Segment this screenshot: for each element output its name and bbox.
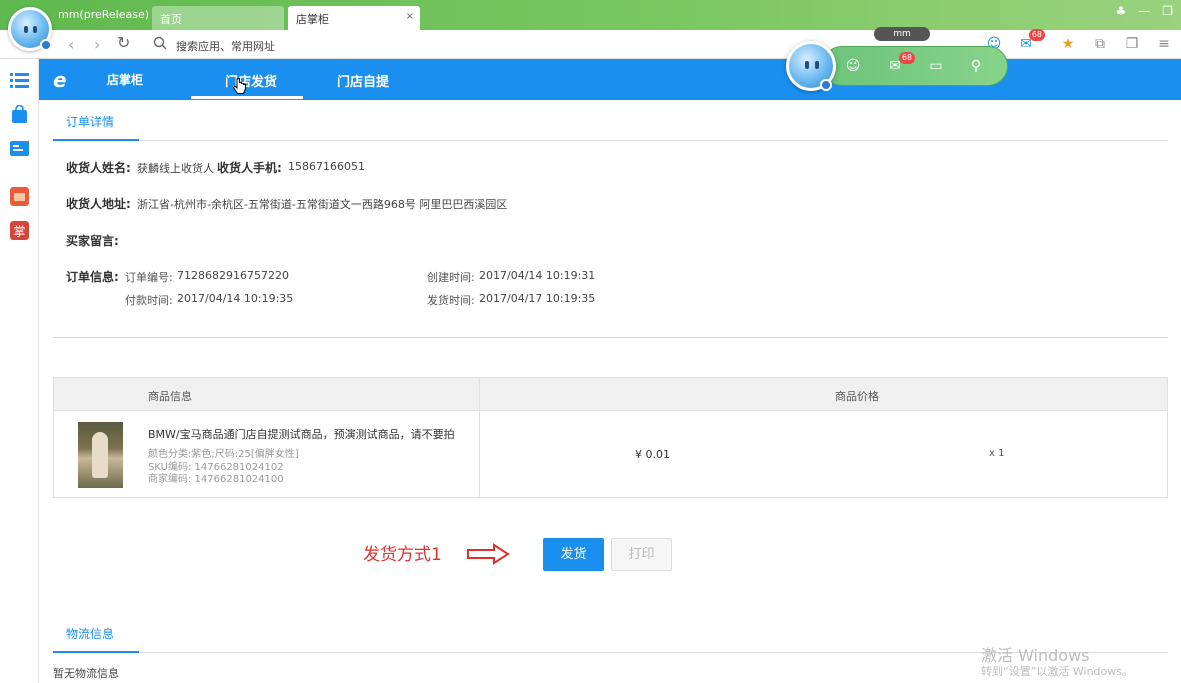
tab-dianzhanggui[interactable]: 店掌柜 × <box>288 6 420 30</box>
print-button[interactable]: 打印 <box>611 538 672 571</box>
shipping-method-annotation: 发货方式1 <box>363 545 442 565</box>
svg-text:掌: 掌 <box>13 225 25 239</box>
col-product-price: 商品价格 <box>835 390 879 403</box>
back-icon[interactable]: ‹ <box>68 35 74 54</box>
product-price: ¥ 0.01 <box>635 448 670 461</box>
minimize-icon[interactable]: — <box>1138 4 1150 18</box>
menu-icon[interactable]: ≡ <box>1155 35 1173 53</box>
tab-order-details[interactable]: 订单详情 <box>66 113 114 130</box>
mail-icon[interactable]: ✉ 68 <box>1017 29 1045 53</box>
copy-icon[interactable]: ❐ <box>1123 35 1141 53</box>
order-tab-indicator <box>53 139 139 141</box>
receiver-phone: 15867166051 <box>288 160 365 173</box>
no-logistics-text: 暂无物流信息 <box>53 667 119 680</box>
product-merchant-code: 商家编码: 14766281024100 <box>148 474 284 485</box>
order-no: 7128682916757220 <box>177 269 289 282</box>
shipped-time-label: 发货时间: <box>427 294 475 307</box>
restore-icon[interactable]: ❐ <box>1162 4 1173 18</box>
tab-home-label: 首页 <box>160 13 182 26</box>
receiver-phone-label: 收货人手机: <box>217 161 282 175</box>
nav-active-indicator <box>191 96 303 99</box>
messenger-mail-badge: 68 <box>898 52 915 64</box>
forward-icon[interactable]: › <box>94 35 100 54</box>
messenger-avatar[interactable] <box>786 41 836 91</box>
tab-home[interactable]: 首页 <box>152 6 284 30</box>
search-input[interactable]: 搜索应用、常用网址 <box>176 38 275 54</box>
paid-time-label: 付款时间: <box>125 294 173 307</box>
order-no-label: 订单编号: <box>125 271 173 284</box>
ship-button[interactable]: 发货 <box>543 538 604 571</box>
user-avatar[interactable] <box>8 7 52 51</box>
arrow-right-icon <box>467 543 510 565</box>
refresh-icon[interactable]: ↻ <box>117 33 130 52</box>
mm-label: mm <box>874 27 930 41</box>
brand-name: 店掌柜 <box>107 73 144 87</box>
tab-dianzhanggui-label: 店掌柜 <box>296 13 329 26</box>
left-sidebar: 掌 <box>0 59 39 683</box>
clock-icon <box>40 39 52 51</box>
hand-cursor-icon <box>233 78 246 94</box>
search-icon <box>153 36 167 50</box>
order-info-label: 订单信息: <box>66 270 119 284</box>
order-tab-divider <box>53 140 1168 141</box>
app-header: e 店掌柜 门店发货 门店自提 <box>39 59 1181 100</box>
messenger-eye-right <box>815 61 819 69</box>
nav-store-pickup[interactable]: 门店自提 <box>337 71 389 90</box>
list-icon[interactable] <box>10 71 29 90</box>
windows-activation-hint: 转到“设置”以激活 Windows。 <box>981 665 1133 678</box>
logo-icon: e <box>53 68 67 92</box>
messenger-mail-icon[interactable]: ✉ 68 <box>885 52 915 76</box>
window-icon[interactable]: ▭ <box>926 58 946 76</box>
created-time: 2017/04/14 10:19:31 <box>479 269 596 282</box>
paid-time: 2017/04/14 10:19:35 <box>177 292 294 305</box>
address-label: 收货人地址: <box>66 197 131 211</box>
receiver-name: 获麟线上收货人 <box>137 162 214 175</box>
product-table-header: 商品信息 商品价格 <box>54 378 1167 411</box>
zhang-icon[interactable]: 掌 <box>10 221 29 240</box>
product-image[interactable] <box>78 422 123 488</box>
order-info-divider <box>53 337 1168 338</box>
tab-close-icon[interactable]: × <box>406 11 414 22</box>
product-quantity: x 1 <box>989 448 1005 459</box>
product-title[interactable]: BMW/宝马商品通门店自提测试商品，预演测试商品，请不要拍 <box>148 426 455 442</box>
messenger-eye-left <box>805 61 809 69</box>
pin-icon[interactable]: ★ <box>1059 35 1077 53</box>
messenger-search-icon[interactable]: ⚲ <box>966 58 986 76</box>
open-window-icon[interactable]: ⧉ <box>1091 35 1109 53</box>
tab-logistics[interactable]: 物流信息 <box>66 625 114 642</box>
col-product-info: 商品信息 <box>148 390 192 403</box>
messenger-clock-icon <box>820 79 832 91</box>
app-store-icon[interactable] <box>10 187 29 206</box>
avatar-eye-left <box>24 26 28 33</box>
buyer-message-label: 买家留言: <box>66 234 119 248</box>
receiver-address: 浙江省-杭州市-余杭区-五常街道-五常街道文一西路968号 阿里巴巴西溪园区 <box>137 198 508 211</box>
product-figure <box>92 432 108 478</box>
messenger-bar: ☺ ✉ 68 ▭ ⚲ <box>822 46 1008 86</box>
product-table: 商品信息 商品价格 BMW/宝马商品通门店自提测试商品，预演测试商品，请不要拍 … <box>53 377 1168 498</box>
chat-face-icon[interactable]: ☺ <box>843 58 863 76</box>
app-title: mm(preRelease) <box>58 8 150 21</box>
receiver-name-label: 收货人姓名: <box>66 161 131 175</box>
shipped-time: 2017/04/17 10:19:35 <box>479 292 596 305</box>
shopping-bag-icon[interactable] <box>10 105 29 124</box>
table-column-divider <box>479 378 480 497</box>
skin-icon[interactable]: ♣ <box>1115 4 1126 18</box>
mail-badge: 68 <box>1028 29 1045 41</box>
card-icon[interactable] <box>10 139 29 158</box>
logistics-tab-indicator <box>53 651 139 653</box>
title-bar: mm(preRelease) 首页 店掌柜 × ♣ — ❐ <box>0 0 1181 30</box>
avatar-eye-right <box>33 26 37 33</box>
created-time-label: 创建时间: <box>427 271 475 284</box>
